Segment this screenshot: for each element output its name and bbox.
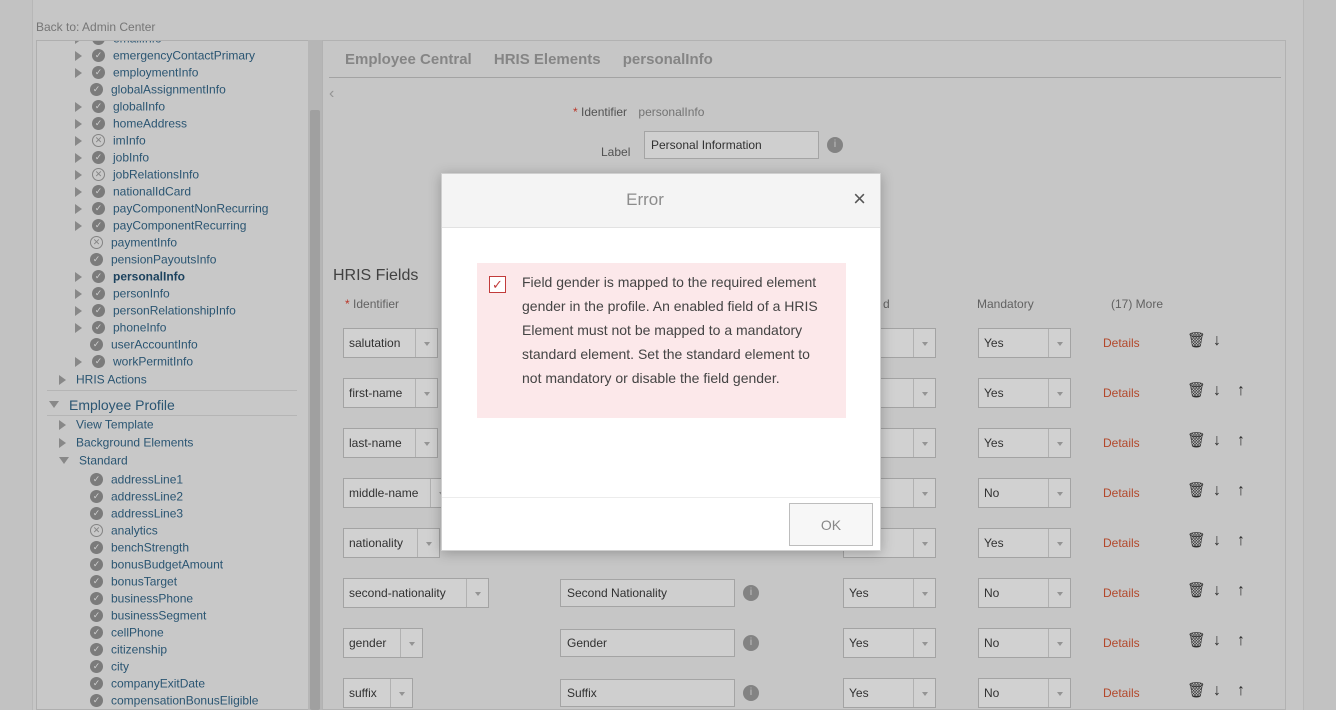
checkbox-checked-icon[interactable]: ✓: [489, 276, 506, 293]
error-message-text: Field gender is mapped to the required e…: [522, 274, 818, 386]
ok-button[interactable]: OK: [789, 503, 873, 546]
error-message-box: ✓ Field gender is mapped to the required…: [477, 263, 846, 418]
dialog-footer-divider: [442, 497, 880, 498]
dialog-header: Error ×: [442, 174, 880, 228]
dialog-title: Error: [626, 190, 664, 209]
error-dialog: Error × ✓ Field gender is mapped to the …: [441, 173, 881, 551]
close-icon[interactable]: ×: [853, 186, 866, 212]
